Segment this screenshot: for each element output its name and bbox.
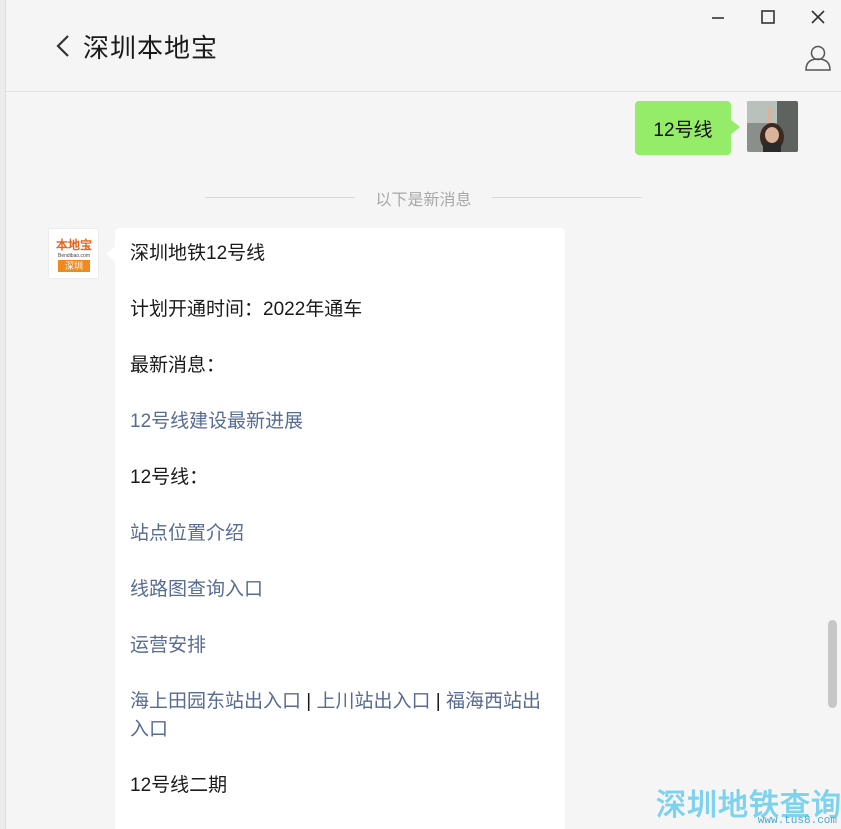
chevron-left-icon [56, 35, 69, 57]
incoming-message: 深圳地铁12号线 计划开通时间：2022年通车 最新消息： 12号线建设最新进展… [106, 228, 565, 829]
avatar-logo-city: 深圳 [58, 260, 90, 272]
chat-info-button[interactable] [802, 42, 834, 74]
chat-title: 深圳本地宝 [83, 33, 219, 63]
divider-text: 以下是新消息 [375, 192, 472, 209]
back-button[interactable] [50, 30, 76, 62]
minimize-icon [712, 17, 724, 19]
link-separator: | [301, 691, 317, 712]
exits-links: 海上田园东站出入口 | 上川站出入口 | 福海西站出入口 [130, 688, 555, 744]
message-title: 深圳地铁12号线 [130, 243, 266, 264]
outgoing-message-text: 12号线 [653, 119, 713, 141]
close-icon [811, 10, 825, 24]
latest-news-label: 最新消息： [130, 355, 226, 376]
avatar-logo-text: 本地宝 [55, 238, 92, 252]
chat-header: 深圳本地宝 [6, 0, 841, 92]
watermark-url: www.tus8.com [757, 815, 837, 827]
scrollbar-thumb[interactable] [828, 620, 837, 708]
self-avatar[interactable] [747, 101, 798, 152]
route-map-link[interactable]: 线路图查询入口 [130, 576, 555, 604]
new-messages-divider: 以下是新消息 [205, 186, 642, 209]
progress-link[interactable]: 12号线建设最新进展 [130, 408, 555, 436]
divider-line-right [492, 197, 642, 198]
close-button[interactable] [804, 4, 832, 30]
outgoing-message[interactable]: 12号线 [635, 101, 740, 155]
stations-link[interactable]: 站点位置介绍 [130, 520, 555, 548]
maximize-button[interactable] [754, 4, 782, 30]
phase2-text: 12号线二期 [130, 775, 228, 796]
left-panel-edge [0, 0, 6, 829]
maximize-icon [761, 10, 775, 24]
line-label: 12号线： [130, 467, 209, 488]
self-avatar-image [747, 101, 798, 152]
exits-link-1[interactable]: 海上田园东站出入口 [130, 691, 301, 712]
minimize-button[interactable] [704, 4, 732, 30]
schedule-link[interactable]: 运营安排 [130, 632, 555, 660]
avatar-logo-url: Bendibao.com [58, 253, 90, 259]
contact-avatar[interactable]: 本地宝 Bendibao.com 深圳 [48, 228, 99, 279]
watermark: 深圳地铁查询 www.tus8.com [656, 780, 841, 829]
open-time-text: 计划开通时间：2022年通车 [130, 299, 363, 320]
link-separator: | [430, 691, 447, 712]
exits-link-2[interactable]: 上川站出入口 [317, 691, 431, 712]
user-icon [805, 45, 831, 71]
